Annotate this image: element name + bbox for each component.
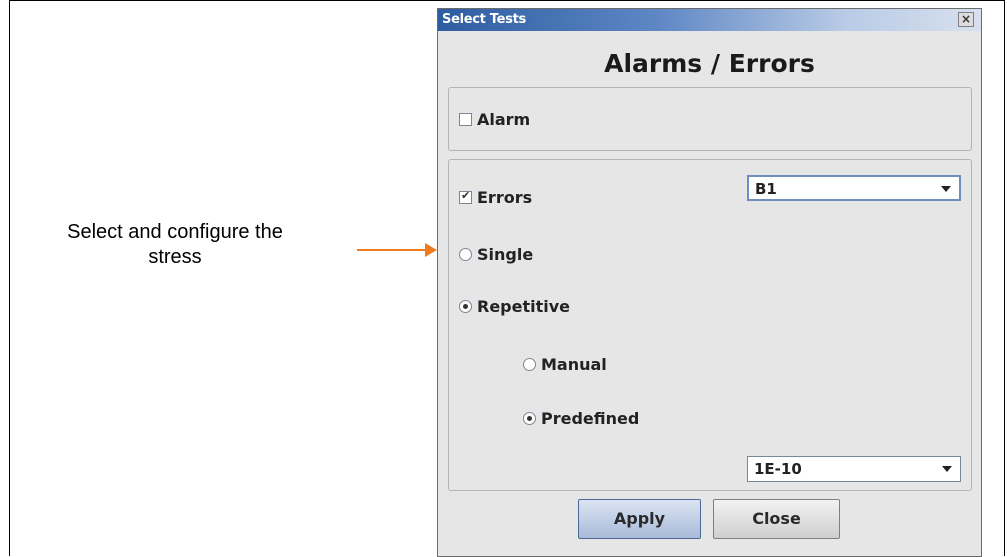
annotation-caption: Select and configure the stress <box>20 220 330 270</box>
radio-selected-icon[interactable] <box>459 300 472 313</box>
alarm-checkbox[interactable]: Alarm <box>459 110 530 129</box>
caption-line-2: stress <box>148 246 202 268</box>
alarm-label: Alarm <box>477 110 531 129</box>
single-label: Single <box>477 245 534 264</box>
checkbox-checked-icon[interactable] <box>459 189 472 204</box>
checkbox-unchecked-icon[interactable] <box>459 113 472 126</box>
repetitive-radio[interactable]: Repetitive <box>459 297 570 316</box>
dialog-title: Select Tests <box>442 12 526 27</box>
radio-unselected-icon[interactable] <box>523 358 536 371</box>
close-button[interactable]: Close <box>713 499 840 539</box>
alarm-panel: Alarm <box>448 87 972 151</box>
dialog-titlebar[interactable]: Select Tests × <box>438 9 981 31</box>
select-tests-dialog: Select Tests × Alarms / Errors Alarm Err… <box>437 8 982 557</box>
error-type-value: B1 <box>755 180 777 198</box>
error-type-select[interactable]: B1 <box>747 175 961 201</box>
page-title: Alarms / Errors <box>604 49 815 78</box>
annotation-arrow-head-icon <box>425 243 437 257</box>
close-icon[interactable]: × <box>958 12 974 27</box>
annotation-arrow-line <box>357 249 427 251</box>
errors-label: Errors <box>477 188 533 207</box>
chevron-down-icon[interactable] <box>942 466 952 472</box>
error-rate-value: 1E-10 <box>754 460 802 478</box>
errors-checkbox[interactable]: Errors <box>459 188 532 207</box>
chevron-down-icon[interactable] <box>941 186 951 192</box>
errors-panel: Errors B1 Single Repetitive Manual Prede… <box>448 159 972 491</box>
manual-label: Manual <box>541 355 607 374</box>
manual-radio[interactable]: Manual <box>523 355 607 374</box>
predefined-label: Predefined <box>541 409 640 428</box>
radio-unselected-icon[interactable] <box>459 248 472 261</box>
predefined-radio[interactable]: Predefined <box>523 409 639 428</box>
repetitive-label: Repetitive <box>477 297 571 316</box>
caption-line-1: Select and configure the <box>67 221 283 243</box>
single-radio[interactable]: Single <box>459 245 533 264</box>
error-rate-select[interactable]: 1E-10 <box>747 456 961 482</box>
radio-selected-icon[interactable] <box>523 412 536 425</box>
apply-button[interactable]: Apply <box>578 499 701 539</box>
